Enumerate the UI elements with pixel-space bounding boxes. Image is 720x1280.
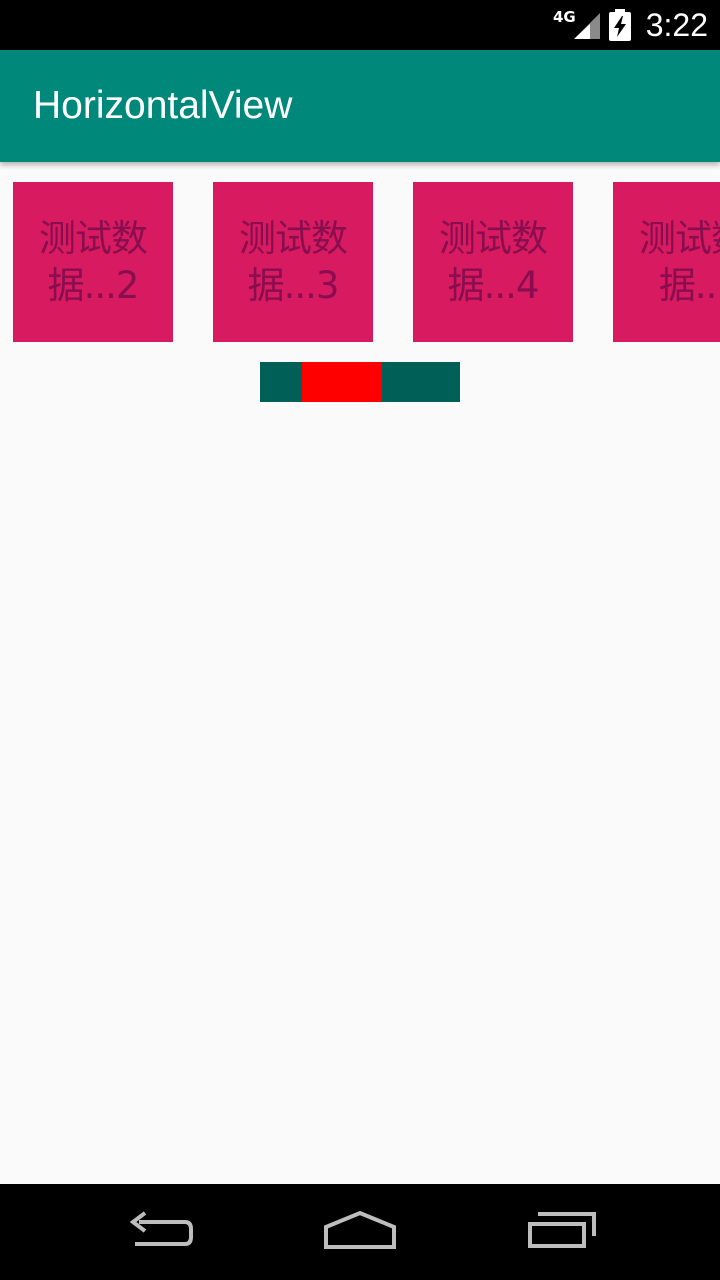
card-item[interactable]: 测试数据...4 [413,182,573,342]
network-type: 4G [552,8,576,26]
card-label: 测试数据...3 [239,217,348,307]
navigation-bar [0,1184,720,1280]
card-label: 测试数据... [639,217,720,307]
app-bar: HorizontalView [0,50,720,162]
card-label: 测试数据...2 [39,217,148,307]
status-icons: 4G 3:22 [553,0,708,50]
home-button[interactable] [300,1184,420,1280]
card-item[interactable]: 测试数据...2 [13,182,173,342]
back-button[interactable] [100,1184,220,1280]
content-area: 测试数据...2 测试数据...3 测试数据...4 测试数据... [0,162,720,1184]
signal-icon [572,9,602,41]
horizontal-scroll-view[interactable]: 测试数据...2 测试数据...3 测试数据...4 测试数据... [0,182,720,342]
card-item[interactable]: 测试数据... [613,182,720,342]
battery-charging-icon [608,9,632,41]
home-icon [322,1209,398,1255]
status-bar: 4G 3:22 [0,0,720,50]
card-item[interactable]: 测试数据...3 [213,182,373,342]
recents-button[interactable] [502,1184,622,1280]
scroll-indicator [260,362,460,402]
scroll-indicator-thumb [302,362,382,402]
app-title: HorizontalView [33,84,293,127]
clock: 3:22 [645,6,708,43]
card-label: 测试数据...4 [439,217,548,307]
recents-icon [526,1210,598,1254]
back-icon [125,1210,195,1254]
